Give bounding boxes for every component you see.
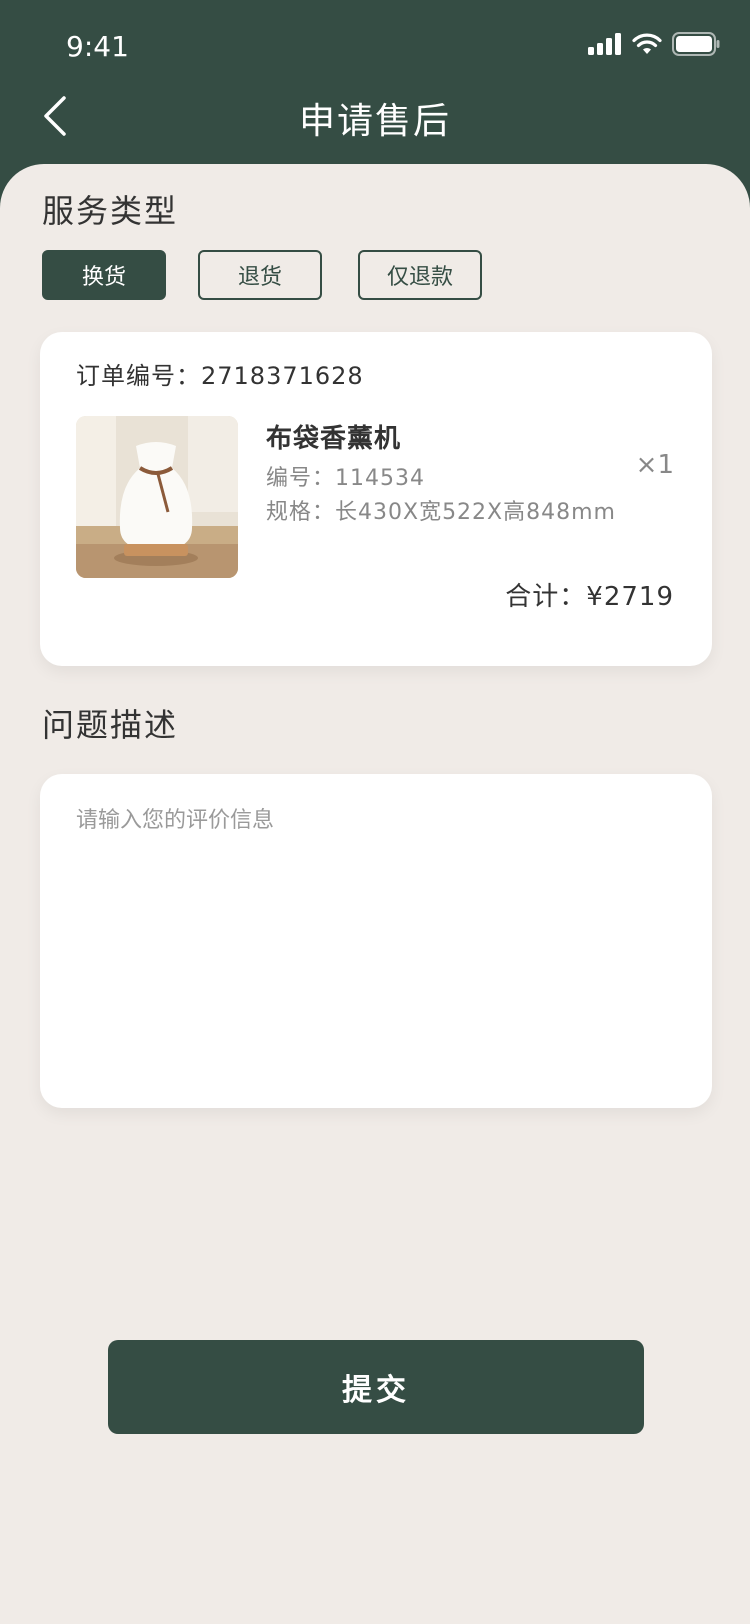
submit-button[interactable]: 提交: [108, 1340, 644, 1434]
service-type-refund-only-button[interactable]: 仅退款: [358, 250, 482, 300]
problem-description-title: 问题描述: [42, 706, 179, 744]
service-type-exchange-button[interactable]: 换货: [42, 250, 166, 300]
product-quantity: ×1: [635, 450, 674, 480]
service-type-return-button[interactable]: 退货: [198, 250, 322, 300]
product-name: 布袋香薰机: [266, 424, 402, 454]
problem-description-input[interactable]: [76, 802, 676, 1072]
signal-icon: [588, 33, 622, 59]
order-card: 订单编号：2718371628 布袋香薰机 编号：114534 规格：长430X…: [40, 332, 712, 666]
status-time: 9:41: [66, 30, 129, 63]
order-total: 合计：¥2719: [505, 582, 674, 612]
service-type-title: 服务类型: [42, 192, 179, 230]
product-spec: 规格：长430X宽522X高848mm: [266, 500, 616, 525]
page-title: 申请售后: [298, 101, 451, 142]
order-number: 订单编号：2718371628: [76, 362, 364, 390]
product-code: 编号：114534: [266, 466, 425, 491]
wifi-icon: [632, 33, 662, 59]
problem-description-card: [40, 774, 712, 1108]
status-icons: [588, 32, 720, 60]
product-image: [76, 416, 238, 578]
battery-icon: [672, 32, 720, 60]
